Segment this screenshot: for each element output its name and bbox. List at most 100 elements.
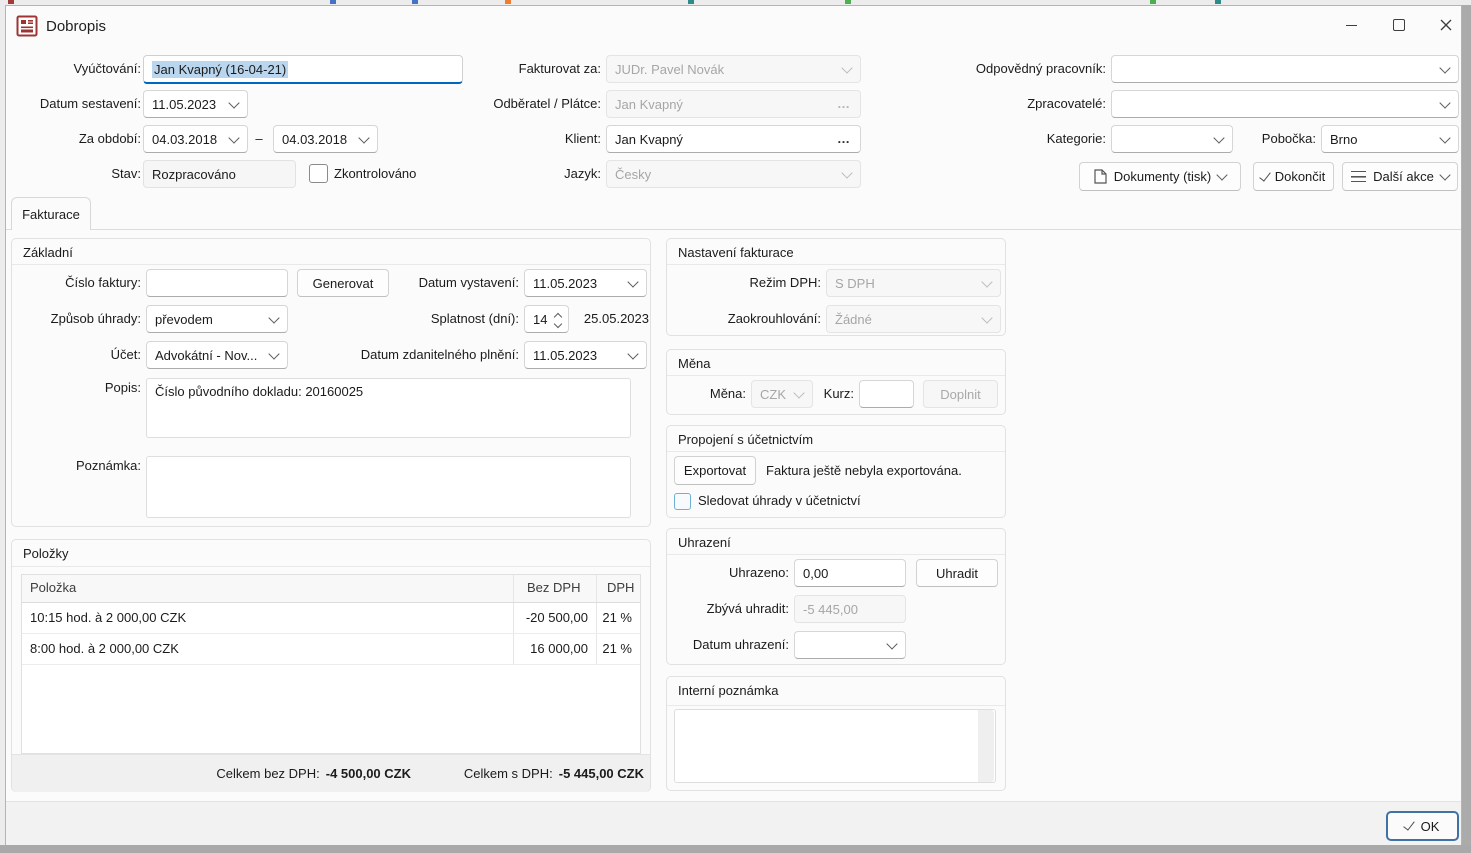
datum-vystaveni-select[interactable]: 11.05.2023 <box>524 269 647 297</box>
polozky-table[interactable]: Položka Bez DPH DPH 10:15 hod. à 2 000,0… <box>21 574 641 754</box>
tab-strip-line <box>6 229 1461 230</box>
popis-label: Popis: <box>11 378 141 398</box>
dokumenty-tisk-button[interactable]: Dokumenty (tisk) <box>1079 162 1241 191</box>
zpracovatele-label: Zpracovatelé: <box>906 90 1106 118</box>
chevron-down-icon <box>268 312 279 323</box>
propojeni-panel-title: Propojení s účetnictvím <box>678 432 813 447</box>
interni-poznamka-textarea[interactable] <box>674 709 996 783</box>
datum-sestaveni-select[interactable]: 11.05.2023 <box>143 90 248 118</box>
polozky-totals-bar: Celkem bez DPH:-4 500,00 CZK Celkem s DP… <box>12 754 650 792</box>
ucet-label: Účet: <box>11 341 141 369</box>
klient-field[interactable]: Jan Kvapný… <box>606 125 861 153</box>
column-header-dph[interactable]: DPH <box>597 575 640 602</box>
dialog-footer <box>6 801 1461 845</box>
chevron-down-icon <box>228 97 239 108</box>
close-button[interactable] <box>1429 11 1463 39</box>
chevron-down-icon <box>1439 169 1450 180</box>
background-right-strip <box>1462 5 1471 845</box>
table-row[interactable]: 8:00 hod. à 2 000,00 CZK 16 000,00 21 % <box>22 634 640 665</box>
uhrazeni-panel-title: Uhrazení <box>678 535 731 550</box>
textarea-scrollbar[interactable] <box>978 710 994 782</box>
za-obdobi-from-select[interactable]: 04.03.2018 <box>143 125 248 153</box>
sledovat-uhrady-label: Sledovat úhrady v účetnictví <box>698 489 861 513</box>
table-row[interactable]: 10:15 hod. à 2 000,00 CZK -20 500,00 21 … <box>22 603 640 634</box>
tab-fakturace[interactable]: Fakturace <box>11 197 91 230</box>
minimize-button[interactable] <box>1334 11 1368 39</box>
window-title: Dobropis <box>46 18 106 35</box>
fakturovat-za-select: JUDr. Pavel Novák <box>606 55 861 83</box>
chevron-down-icon <box>981 312 992 323</box>
jazyk-label: Jazyk: <box>441 160 601 188</box>
pobocka-label: Pobočka: <box>1156 125 1316 153</box>
chevron-down-icon <box>1217 169 1228 180</box>
zpusob-uhrady-select[interactable]: převodem <box>146 305 288 333</box>
exportovat-button[interactable]: Exportovat <box>674 456 756 485</box>
dobropis-dialog: Dobropis Vyúčtování: Jan Kvapný (16-04-2… <box>5 5 1462 845</box>
zpracovatele-select[interactable] <box>1111 90 1459 118</box>
kurz-input[interactable] <box>859 380 914 408</box>
stav-input <box>143 160 296 188</box>
zbyva-uhradit-input <box>794 595 906 623</box>
chevron-down-icon <box>841 167 852 178</box>
doplnit-button: Doplnit <box>923 380 998 408</box>
zaokrouhlovani-label: Zaokrouhlování: <box>706 305 821 333</box>
dalsi-akce-button[interactable]: Další akce <box>1342 162 1458 191</box>
kurz-label: Kurz: <box>801 380 854 408</box>
chevron-down-icon <box>841 62 852 73</box>
menu-icon <box>1351 171 1366 182</box>
datum-uhrazeni-select[interactable] <box>794 631 906 659</box>
jazyk-select: Česky <box>606 160 861 188</box>
splatnost-label: Splatnost (dní): <box>359 305 519 333</box>
zbyva-uhradit-label: Zbývá uhradit: <box>689 595 789 623</box>
chevron-down-icon <box>1439 132 1450 143</box>
uhrazeno-input[interactable] <box>794 559 906 587</box>
export-status-text: Faktura ještě nebyla exportována. <box>766 456 962 485</box>
za-obdobi-label: Za období: <box>11 125 141 153</box>
column-header-polozka[interactable]: Položka <box>22 575 514 602</box>
popis-textarea[interactable]: Číslo původního dokladu: 20160025 <box>146 378 631 438</box>
vyuctovani-input[interactable]: Jan Kvapný (16-04-21) <box>143 55 463 84</box>
close-icon <box>1440 19 1452 31</box>
odpovedny-pracovnik-label: Odpovědný pracovník: <box>906 55 1106 83</box>
datum-sestaveni-label: Datum sestavení: <box>11 90 141 118</box>
poznamka-label: Poznámka: <box>11 456 141 476</box>
ellipsis-icon: … <box>837 99 851 109</box>
datum-uhrazeni-label: Datum uhrazení: <box>679 631 789 659</box>
poznamka-textarea[interactable] <box>146 456 631 518</box>
datum-vystaveni-label: Datum vystavení: <box>359 269 519 297</box>
za-obdobi-to-select[interactable]: 04.03.2018 <box>273 125 378 153</box>
column-header-bez-dph[interactable]: Bez DPH <box>514 575 597 602</box>
sledovat-uhrady-checkbox[interactable] <box>674 493 691 510</box>
uhradit-button[interactable]: Uhradit <box>916 559 998 587</box>
vyuctovani-selected-text: Jan Kvapný (16-04-21) <box>152 61 288 78</box>
mena-panel-title: Měna <box>678 356 711 371</box>
klient-label: Klient: <box>441 125 601 153</box>
chevron-down-icon <box>228 132 239 143</box>
chevron-down-icon <box>1439 97 1450 108</box>
chevron-down-icon <box>627 348 638 359</box>
polozky-table-header: Položka Bez DPH DPH <box>22 575 640 603</box>
odpovedny-pracovnik-select[interactable] <box>1111 55 1459 83</box>
document-icon <box>1094 169 1107 184</box>
ellipsis-icon[interactable]: … <box>837 134 851 144</box>
minimize-icon <box>1346 25 1357 26</box>
zkontrolovano-label: Zkontrolováno <box>334 160 416 188</box>
ok-button[interactable]: OK <box>1386 811 1459 841</box>
interni-poznamka-title: Interní poznámka <box>678 683 778 698</box>
rezim-dph-select: S DPH <box>826 269 1001 297</box>
chevron-down-icon <box>268 348 279 359</box>
zkontrolovano-checkbox[interactable] <box>309 164 328 183</box>
pobocka-select[interactable]: Brno <box>1321 125 1459 153</box>
fakturovat-za-label: Fakturovat za: <box>441 55 601 83</box>
maximize-button[interactable] <box>1382 11 1416 39</box>
datum-splatnosti-text: 25.05.2023 <box>519 305 649 333</box>
dokoncit-button[interactable]: Dokončit <box>1253 162 1334 191</box>
ucet-select[interactable]: Advokátní - Nov... <box>146 341 288 369</box>
stav-label: Stav: <box>11 160 141 188</box>
odberatel-platce-label: Odběratel / Plátce: <box>441 90 601 118</box>
cislo-faktury-input[interactable] <box>146 269 288 297</box>
zaokrouhlovani-select: Žádné <box>826 305 1001 333</box>
datum-zdanitelneho-plneni-select[interactable]: 11.05.2023 <box>524 341 647 369</box>
chevron-down-icon <box>981 276 992 287</box>
check-icon <box>1403 818 1415 830</box>
